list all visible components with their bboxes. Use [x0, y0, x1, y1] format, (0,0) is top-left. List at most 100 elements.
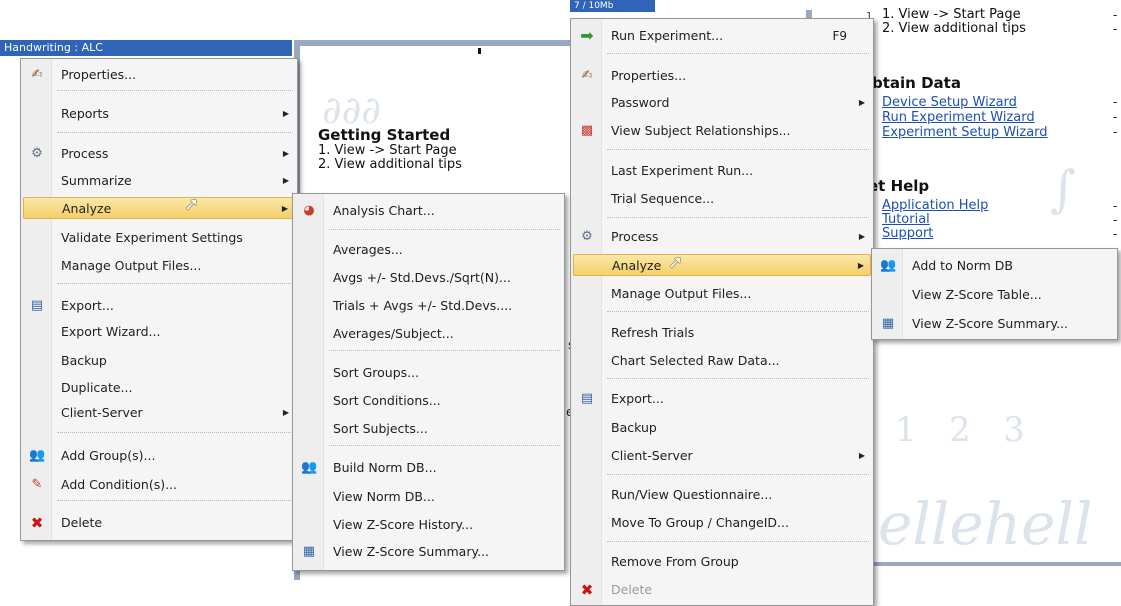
menu-item-label: Properties... — [611, 68, 687, 83]
submenu-arrow-icon: ▶ — [858, 232, 865, 241]
menu-item-delete[interactable]: ✖ Delete — [23, 512, 295, 534]
menu-item-averages[interactable]: Averages... — [295, 239, 562, 261]
menu-item-label: Backup — [61, 353, 107, 368]
menu-item-zscore-summary[interactable]: ▦ View Z-Score Summary... — [874, 313, 1115, 335]
menu-item-refresh-trials[interactable]: Refresh Trials — [573, 322, 871, 344]
menu-item-trials-avgs-stddevs[interactable]: Trials + Avgs +/- Std.Devs.... — [295, 295, 562, 317]
getting-started: Getting Started 1. View -> Start Page 2.… — [318, 126, 462, 172]
stray-mark — [478, 48, 481, 54]
dash: - — [1113, 110, 1118, 124]
submenu-analyze-right: 👥 Add to Norm DB View Z-Score Table... ▦… — [871, 248, 1118, 340]
run-experiment-link[interactable]: Run Experiment Wizard — [882, 110, 1048, 125]
support-link[interactable]: Support — [882, 227, 988, 241]
context-menu-left: ✍ Properties... Reports ▶ ⚙ Process ▶ Su… — [20, 58, 298, 541]
menu-item-summarize[interactable]: Summarize ▶ — [23, 170, 295, 192]
menu-item-label: Trial Sequence... — [611, 191, 715, 206]
menu-item-properties[interactable]: ✍ Properties... — [23, 64, 295, 86]
menu-item-process[interactable]: ⚙ Process ▶ — [573, 226, 871, 248]
menu-item-label: Backup — [611, 420, 657, 435]
menu-item-subject-relationships[interactable]: ▩ View Subject Relationships... — [573, 120, 871, 142]
menu-item-backup[interactable]: Backup — [23, 350, 295, 372]
menu-item-analyze[interactable]: Analyze ▶ — [23, 197, 295, 219]
menu-item-label: Duplicate... — [61, 380, 133, 395]
menu-item-averages-subject[interactable]: Averages/Subject... — [295, 323, 562, 345]
submenu-analyze-left: ◕ Analysis Chart... Averages... Avgs +/-… — [292, 193, 565, 571]
device-setup-link[interactable]: Device Setup Wizard — [882, 95, 1048, 110]
menu-item-analysis-chart[interactable]: ◕ Analysis Chart... — [295, 200, 562, 222]
menu-item-move-to-group[interactable]: Move To Group / ChangeID... — [573, 512, 871, 534]
menu-item-delete-disabled: ✖ Delete — [573, 579, 871, 601]
menu-item-questionnaire[interactable]: Run/View Questionnaire... — [573, 484, 871, 506]
menu-item-chart-raw-data[interactable]: Chart Selected Raw Data... — [573, 350, 871, 372]
menu-item-sort-conditions[interactable]: Sort Conditions... — [295, 390, 562, 412]
experiment-setup-link[interactable]: Experiment Setup Wizard — [882, 125, 1048, 140]
menu-item-duplicate[interactable]: Duplicate... — [23, 377, 295, 399]
menu-item-avgs-stddevs-sqrt[interactable]: Avgs +/- Std.Devs./Sqrt(N)... — [295, 267, 562, 289]
properties-icon: ✍ — [581, 68, 593, 83]
background-sketch-handwriting: ellehell — [878, 490, 1093, 558]
menu-item-add-conditions[interactable]: ✎ Add Condition(s)... — [23, 474, 295, 496]
menu-item-label: Run/View Questionnaire... — [611, 487, 773, 502]
menu-item-export[interactable]: ▤ Export... — [573, 388, 871, 410]
menu-item-add-groups[interactable]: 👥 Add Group(s)... — [23, 445, 295, 467]
submenu-arrow-icon: ▶ — [282, 176, 289, 185]
menu-item-zscore-history[interactable]: View Z-Score History... — [295, 514, 562, 536]
menu-item-label: Password — [611, 95, 670, 110]
menu-item-remove-from-group[interactable]: Remove From Group — [573, 551, 871, 573]
menu-item-zscore-table[interactable]: View Z-Score Table... — [874, 284, 1115, 306]
menu-item-label: Validate Experiment Settings — [61, 230, 243, 245]
menu-item-label: Sort Conditions... — [333, 393, 441, 408]
dash: - — [1113, 95, 1118, 109]
background-sketch-curve: ∫ — [1050, 160, 1077, 218]
menu-item-properties[interactable]: ✍ Properties... — [573, 65, 871, 87]
menu-item-build-norm-db[interactable]: 👥 Build Norm DB... — [295, 457, 562, 479]
properties-icon: ✍ — [31, 67, 43, 82]
menu-item-client-server[interactable]: Client-Server ▶ — [23, 402, 295, 424]
menu-item-backup[interactable]: Backup — [573, 417, 871, 439]
menu-item-password[interactable]: Password ▶ — [573, 92, 871, 114]
menu-item-validate-settings[interactable]: Validate Experiment Settings — [23, 227, 295, 249]
menu-item-export[interactable]: ▤ Export... — [23, 295, 295, 317]
menu-item-manage-output[interactable]: Manage Output Files... — [23, 255, 295, 277]
menu-item-label: Client-Server — [611, 448, 693, 463]
menu-item-last-experiment-run[interactable]: Last Experiment Run... — [573, 160, 871, 182]
menu-item-label: Build Norm DB... — [333, 460, 437, 475]
menu-item-label: Remove From Group — [611, 554, 739, 569]
menu-item-label: Run Experiment... — [611, 28, 724, 43]
getting-started-item: 1. View -> Start Page — [318, 143, 457, 158]
relationships-icon: ▩ — [580, 123, 594, 138]
right-top-item: 1. View -> Start Page — [882, 7, 1021, 22]
menu-item-client-server[interactable]: Client-Server ▶ — [573, 445, 871, 467]
application-help-link[interactable]: Application Help — [882, 199, 988, 213]
analysis-chart-icon: ◕ — [303, 203, 315, 218]
menu-item-view-norm-db[interactable]: View Norm DB... — [295, 486, 562, 508]
process-icon: ⚙ — [581, 229, 593, 244]
menu-item-sort-subjects[interactable]: Sort Subjects... — [295, 418, 562, 440]
menu-item-reports[interactable]: Reports ▶ — [23, 103, 295, 125]
norm-db-icon: 👥 — [301, 460, 318, 475]
menu-item-label: Analyze — [62, 201, 112, 216]
menu-item-analyze[interactable]: Analyze ▶ — [573, 254, 871, 276]
menu-item-zscore-summary[interactable]: ▦ View Z-Score Summary... — [295, 541, 562, 563]
menu-item-sort-groups[interactable]: Sort Groups... — [295, 362, 562, 384]
menu-item-export-wizard[interactable]: Export Wizard... — [23, 321, 295, 343]
menu-item-label: View Subject Relationships... — [611, 123, 791, 138]
menu-item-label: Add to Norm DB — [912, 258, 1013, 273]
submenu-arrow-icon: ▶ — [282, 408, 289, 417]
menu-item-label: Add Condition(s)... — [61, 477, 178, 492]
obtain-data-title: btain Data — [872, 74, 961, 92]
menu-item-label: Reports — [61, 106, 109, 121]
menu-item-run-experiment[interactable]: ➡ Run Experiment... F9 — [573, 25, 871, 47]
menu-item-label: Export Wizard... — [61, 324, 161, 339]
menu-item-process[interactable]: ⚙ Process ▶ — [23, 143, 295, 165]
menu-item-add-to-norm-db[interactable]: 👥 Add to Norm DB — [874, 255, 1115, 277]
menu-item-label: Manage Output Files... — [61, 258, 202, 273]
tutorial-link[interactable]: Tutorial — [882, 213, 988, 227]
menu-item-manage-output[interactable]: Manage Output Files... — [573, 283, 871, 305]
menu-item-trial-sequence[interactable]: Trial Sequence... — [573, 188, 871, 210]
menu-item-label: Last Experiment Run... — [611, 163, 754, 178]
background-sketch-numbers: 1 2 3 — [895, 410, 1025, 450]
menu-item-label: Sort Groups... — [333, 365, 420, 380]
getting-started-item: 2. View additional tips — [318, 157, 462, 172]
submenu-arrow-icon: ▶ — [282, 149, 289, 158]
